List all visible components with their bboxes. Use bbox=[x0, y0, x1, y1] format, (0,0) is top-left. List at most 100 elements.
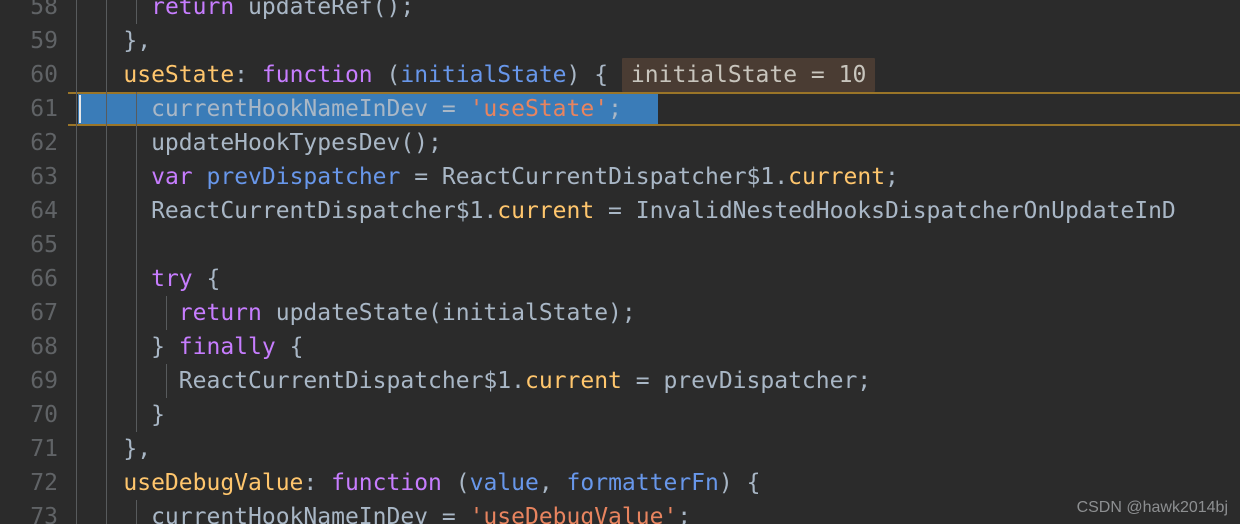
code-token: } bbox=[68, 334, 179, 360]
code-line[interactable]: 65 bbox=[0, 228, 1240, 262]
indent-guide bbox=[76, 228, 77, 262]
code-token: ReactCurrentDispatcher$1. bbox=[68, 368, 525, 394]
indent-guide bbox=[136, 228, 137, 262]
line-number[interactable]: 66 bbox=[0, 262, 58, 296]
code-line[interactable]: 70 } bbox=[0, 398, 1240, 432]
code-token: function bbox=[261, 62, 373, 88]
code-token: ( bbox=[372, 62, 401, 88]
code-token: : bbox=[234, 62, 262, 88]
code-text[interactable]: return updateRef(); bbox=[68, 0, 414, 24]
code-line[interactable]: 59 }, bbox=[0, 24, 1240, 58]
code-token: : bbox=[303, 470, 332, 496]
line-number[interactable]: 59 bbox=[0, 24, 58, 58]
code-text[interactable]: ReactCurrentDispatcher$1.current = prevD… bbox=[68, 364, 871, 398]
line-number[interactable]: 65 bbox=[0, 228, 58, 262]
code-token: formatterFn bbox=[566, 470, 719, 496]
code-token: ; bbox=[608, 96, 622, 122]
code-text[interactable]: ReactCurrentDispatcher$1.current = Inval… bbox=[68, 194, 1176, 228]
code-line[interactable]: 64 ReactCurrentDispatcher$1.current = In… bbox=[0, 194, 1240, 228]
code-line[interactable]: 72 useDebugValue: function (value, forma… bbox=[0, 466, 1240, 500]
code-token: { bbox=[192, 266, 221, 292]
code-text[interactable]: updateHookTypesDev(); bbox=[68, 126, 442, 160]
code-token: useDebugValue bbox=[123, 470, 304, 496]
code-token: currentHookNameInDev = bbox=[68, 96, 470, 122]
code-token: } bbox=[68, 402, 165, 428]
code-lines-container: 58 return updateRef(); 59 }, 60 useState: … bbox=[0, 0, 1240, 524]
code-token: useState bbox=[123, 62, 235, 88]
code-token: 'useState' bbox=[469, 96, 609, 122]
code-line[interactable]: 62 updateHookTypesDev(); bbox=[0, 126, 1240, 160]
line-number[interactable]: 58 bbox=[0, 0, 58, 24]
code-line[interactable]: 63 var prevDispatcher = ReactCurrentDisp… bbox=[0, 160, 1240, 194]
code-text[interactable]: currentHookNameInDev = 'useDebugValue'; bbox=[68, 500, 691, 524]
line-number[interactable]: 69 bbox=[0, 364, 58, 398]
code-token: prevDispatcher bbox=[206, 164, 401, 190]
code-text[interactable]: currentHookNameInDev = 'useState'; bbox=[68, 92, 622, 126]
code-line[interactable]: 58 return updateRef(); bbox=[0, 0, 1240, 24]
code-line-current[interactable]: 61 currentHookNameInDev = 'useState'; bbox=[0, 92, 1240, 126]
line-number[interactable]: 67 bbox=[0, 296, 58, 330]
code-line[interactable]: 69 ReactCurrentDispatcher$1.current = pr… bbox=[0, 364, 1240, 398]
code-token: current bbox=[497, 198, 595, 224]
csdn-watermark: CSDN @hawk2014bj bbox=[1076, 499, 1228, 516]
code-text[interactable]: var prevDispatcher = ReactCurrentDispatc… bbox=[68, 160, 899, 194]
line-number[interactable]: 73 bbox=[0, 500, 58, 524]
code-text[interactable]: return updateState(initialState); bbox=[68, 296, 636, 330]
code-line[interactable]: 73 currentHookNameInDev = 'useDebugValue… bbox=[0, 500, 1240, 524]
code-token: try bbox=[151, 266, 193, 292]
code-token: current bbox=[788, 164, 886, 190]
code-text[interactable]: } bbox=[68, 398, 165, 432]
code-token: value bbox=[469, 470, 539, 496]
code-line[interactable]: 66 try { bbox=[0, 262, 1240, 296]
code-token: ReactCurrentDispatcher$1. bbox=[68, 198, 498, 224]
code-token: { bbox=[275, 334, 304, 360]
code-token: }, bbox=[68, 436, 152, 462]
code-text[interactable]: }, bbox=[68, 24, 151, 58]
code-text[interactable]: useDebugValue: function (value, formatte… bbox=[68, 466, 760, 500]
code-token: ; bbox=[677, 504, 692, 524]
code-token: currentHookNameInDev = bbox=[68, 504, 470, 524]
code-text[interactable]: }, bbox=[68, 432, 151, 466]
code-token: return bbox=[151, 0, 235, 20]
indent-guide bbox=[106, 228, 107, 262]
line-number[interactable]: 70 bbox=[0, 398, 58, 432]
line-number[interactable]: 60 bbox=[0, 58, 58, 92]
line-number[interactable]: 68 bbox=[0, 330, 58, 364]
code-token: = prevDispatcher; bbox=[621, 368, 872, 394]
code-token: return bbox=[178, 300, 262, 326]
code-token: initialState bbox=[400, 62, 567, 88]
code-token: ; bbox=[885, 164, 899, 190]
line-number[interactable]: 64 bbox=[0, 194, 58, 228]
line-number[interactable]: 63 bbox=[0, 160, 58, 194]
code-token: }, bbox=[68, 28, 152, 54]
code-token: finally bbox=[178, 334, 276, 360]
code-token: updateHookTypesDev(); bbox=[68, 130, 442, 156]
code-token: ) { bbox=[566, 62, 622, 88]
line-number[interactable]: 62 bbox=[0, 126, 58, 160]
inline-debug-value-hint: initialState = 10 bbox=[621, 58, 876, 92]
line-number[interactable]: 71 bbox=[0, 432, 58, 466]
line-number[interactable]: 72 bbox=[0, 466, 58, 500]
code-token: updateRef(); bbox=[234, 0, 415, 20]
code-line[interactable]: 71 }, bbox=[0, 432, 1240, 466]
code-token: ) { bbox=[718, 470, 761, 496]
code-token: 'useDebugValue' bbox=[469, 504, 678, 524]
code-token: ( bbox=[441, 470, 470, 496]
code-text[interactable]: try { bbox=[68, 262, 220, 296]
code-token: , bbox=[538, 470, 567, 496]
code-text[interactable]: useState: function (initialState) { init… bbox=[68, 58, 876, 92]
code-line[interactable]: 67 return updateState(initialState); bbox=[0, 296, 1240, 330]
code-token: function bbox=[331, 470, 442, 496]
code-line[interactable]: 60 useState: function (initialState) { i… bbox=[0, 58, 1240, 92]
code-line[interactable]: 68 } finally { bbox=[0, 330, 1240, 364]
code-editor[interactable]: 58 return updateRef(); 59 }, 60 useState: … bbox=[0, 0, 1240, 524]
line-number[interactable]: 61 bbox=[0, 92, 58, 126]
code-text[interactable]: } finally { bbox=[68, 330, 303, 364]
code-token: current bbox=[524, 368, 622, 394]
